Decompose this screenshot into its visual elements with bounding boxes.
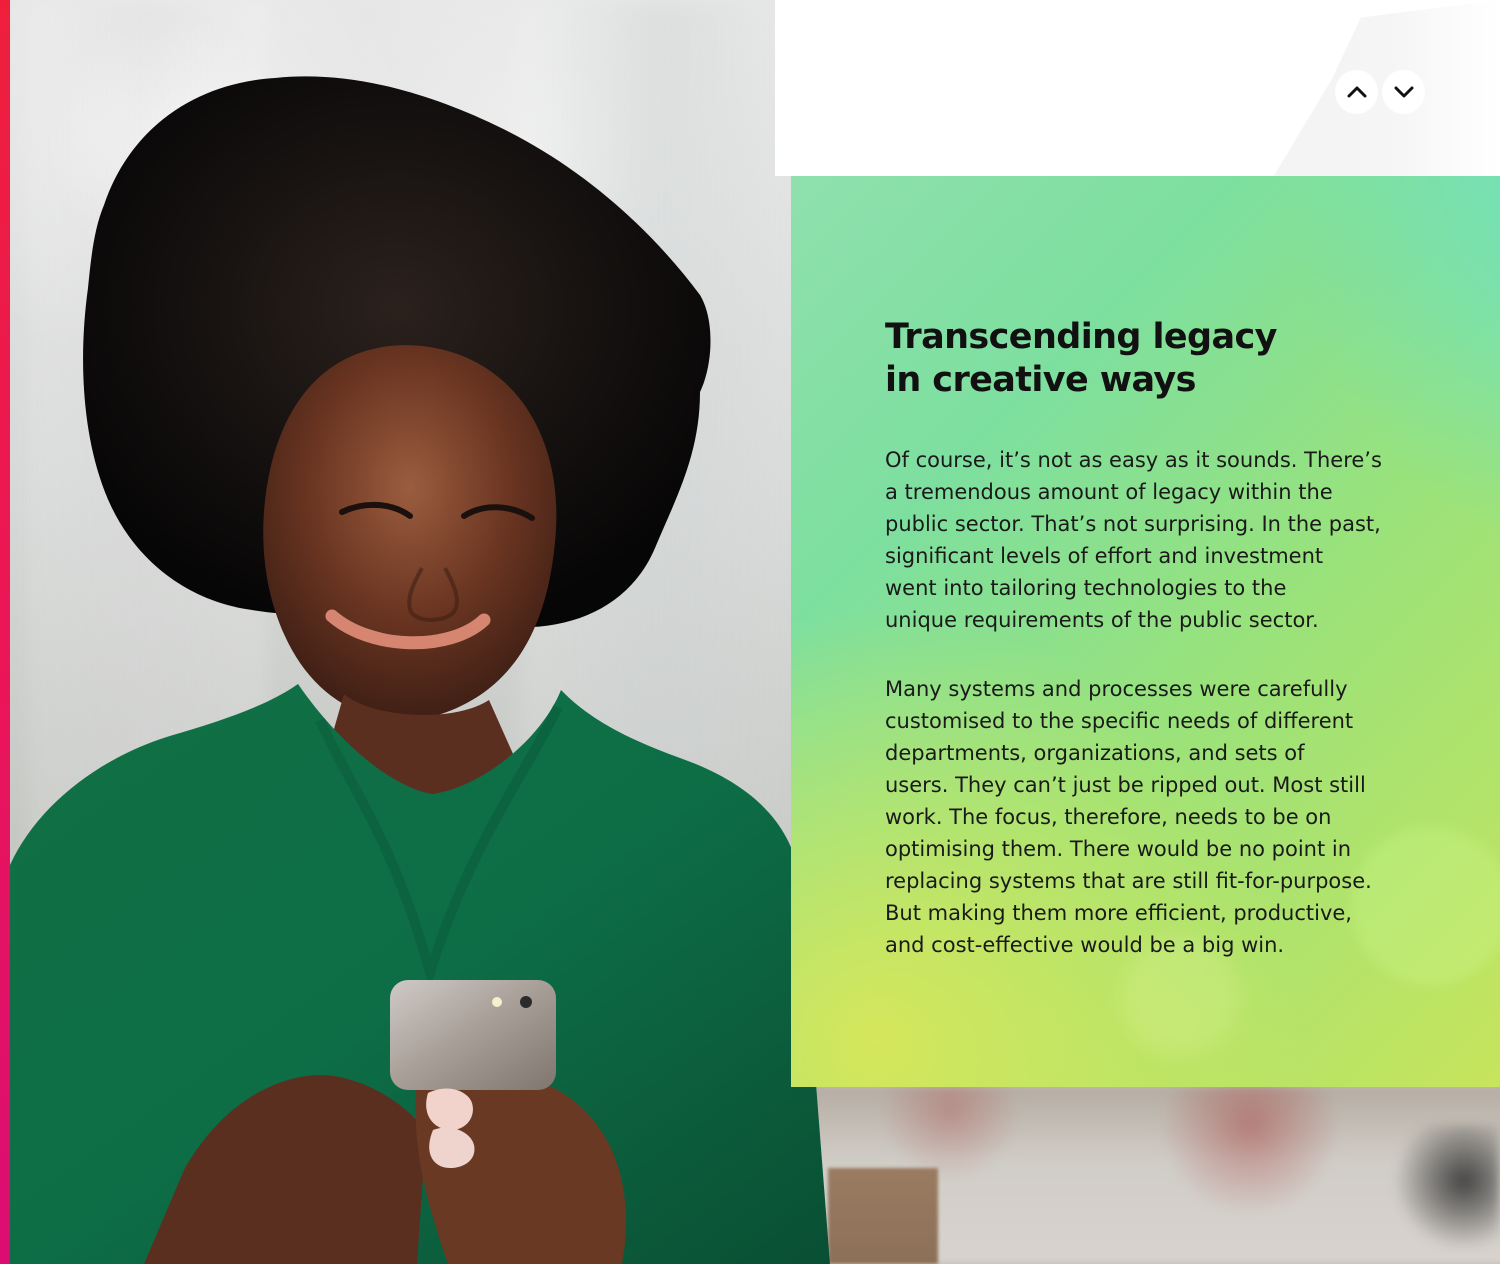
document-page: Transcending legacy in creative ways Of … xyxy=(0,0,1500,1264)
phone-flash-icon xyxy=(492,997,502,1007)
content-panel: Transcending legacy in creative ways Of … xyxy=(791,176,1500,1087)
accent-edge-bar xyxy=(0,0,10,1264)
next-page-button[interactable] xyxy=(1382,70,1425,114)
chevron-down-icon xyxy=(1394,86,1413,98)
section-title: Transcending legacy in creative ways xyxy=(885,317,1277,400)
planter-box xyxy=(828,1168,938,1264)
pedestrian-silhouette xyxy=(1380,1125,1500,1264)
previous-page-button[interactable] xyxy=(1335,70,1378,114)
panel-text-block: Transcending legacy in creative ways Of … xyxy=(885,316,1425,961)
woman-with-phone-photo xyxy=(10,76,830,1264)
chevron-up-icon xyxy=(1347,86,1366,98)
body-paragraph-second: Many systems and processes were carefull… xyxy=(885,677,1372,957)
smartphone-shape xyxy=(390,980,556,1090)
page-navigation xyxy=(1335,70,1425,116)
face-shape xyxy=(263,345,557,721)
body-paragraph-first: Of course, it’s not as easy as it sounds… xyxy=(885,448,1382,632)
phone-camera-icon xyxy=(520,996,532,1008)
